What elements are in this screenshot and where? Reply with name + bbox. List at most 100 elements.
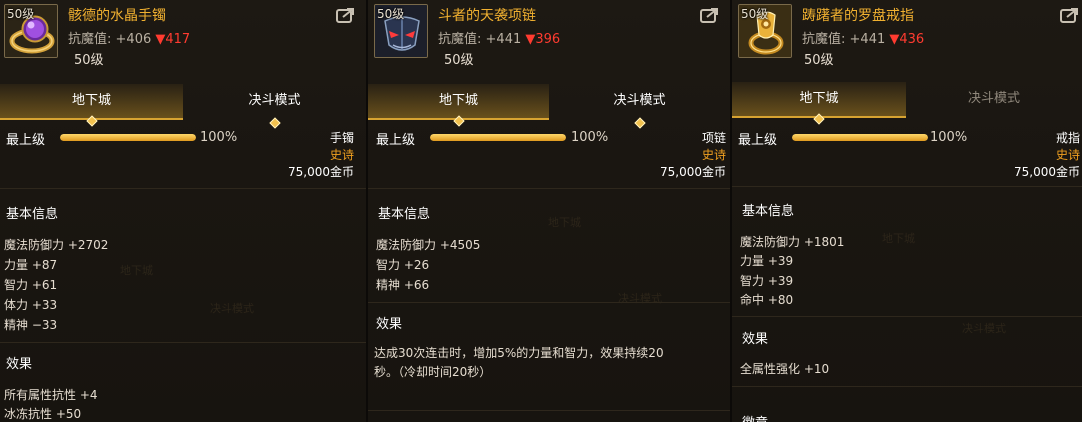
max-level-label: 最上级 (6, 133, 46, 148)
tab-pvp[interactable]: 决斗模式 (183, 84, 366, 129)
stat-line: 精神 −33 (4, 318, 58, 332)
item-level-badge: 50级 (741, 7, 769, 21)
divider (368, 188, 730, 189)
resist-label: 抗魔值: (68, 32, 112, 47)
item-name: 斗者的天袭项链 (438, 8, 536, 24)
resist-value: +441 (849, 32, 886, 47)
tab-dungeon[interactable]: 地下城 (0, 84, 183, 127)
tab-label: 决斗模式 (967, 91, 1020, 106)
item-name: 踌躇者的罗盘戒指 (802, 8, 914, 24)
stat-line: 魔法防御力 +4505 (376, 238, 481, 252)
diamond-indicator-icon (452, 115, 465, 127)
tab-label: 决斗模式 (613, 93, 666, 108)
golden-compass-ring-icon[interactable]: 50级 (738, 4, 792, 58)
item-price: 75,000金币 (660, 165, 726, 179)
item-rarity: 史诗 (701, 148, 726, 162)
item-level-badge: 50级 (7, 7, 35, 21)
effect-line: 冰冻抗性 +50 (4, 407, 82, 421)
tab-label: 地下城 (71, 93, 111, 108)
tab-label: 决斗模式 (248, 93, 301, 108)
progress-percent: 100% (200, 130, 238, 145)
item-level: 50级 (444, 53, 474, 68)
upgrade-progress-bar (430, 134, 566, 141)
diamond-indicator-icon (85, 115, 98, 127)
item-price: 75,000金币 (288, 165, 354, 179)
tab-pvp[interactable]: 决斗模式 (549, 84, 730, 129)
stat-line: 魔法防御力 +2702 (4, 238, 109, 252)
item-name: 骸德的水晶手镯 (68, 8, 166, 24)
mode-tabs: 地下城 决斗模式 (0, 84, 366, 129)
purple-crystal-bracelet-icon[interactable]: 50级 (4, 4, 58, 58)
item-tooltip-necklace: 地下城 决斗模式 50级 斗者的天袭项链 抗魔值: +441 ▼396 50级 … (366, 0, 730, 422)
item-level-badge: 50级 (377, 7, 405, 21)
effect-title: 效果 (376, 317, 403, 332)
resist-compare-down: ▼436 (889, 32, 925, 47)
effect-text-line: 达成30次连击时，增加5%的力量和智力，效果持续20 (374, 346, 664, 360)
tab-label: 地下城 (799, 91, 839, 106)
item-header: 50级 斗者的天袭项链 抗魔值: +441 ▼396 50级 (368, 0, 730, 68)
resist-compare-down: ▼396 (525, 32, 561, 47)
effect-line: 全属性强化 +10 (740, 362, 830, 376)
upgrade-progress-bar (60, 134, 196, 141)
resist-label: 抗魔值: (438, 32, 482, 47)
stat-line: 魔法防御力 +1801 (740, 235, 845, 249)
stat-line: 智力 +39 (740, 274, 794, 288)
effect-text-line: 秒。（冷却时间20秒） (374, 365, 492, 379)
max-level-label: 最上级 (376, 133, 416, 148)
effect-title: 效果 (742, 332, 769, 347)
diamond-indicator-icon (268, 117, 281, 129)
item-header: 50级 骸德的水晶手镯 抗魔值: +406 ▼417 50级 (0, 0, 366, 68)
resist-value: +441 (485, 32, 522, 47)
progress-fill (430, 134, 566, 141)
progress-fill (60, 134, 196, 141)
divider (732, 316, 1082, 317)
item-header: 50级 踌躇者的罗盘戒指 抗魔值: +441 ▼436 50级 (732, 0, 1082, 68)
item-tooltip-bracelet: 地下城 决斗模式 50级 骸德的水晶手镯 抗魔值: +406 ▼417 50级 … (0, 0, 366, 422)
item-slot: 手镯 (329, 131, 354, 145)
divider (732, 186, 1082, 187)
resist-value: +406 (115, 32, 152, 47)
basic-info-title: 基本信息 (378, 207, 431, 222)
item-level: 50级 (74, 53, 104, 68)
stat-line: 精神 +66 (376, 278, 430, 292)
stat-line: 力量 +39 (740, 254, 794, 268)
max-level-label: 最上级 (738, 133, 778, 148)
basic-info-title: 基本信息 (742, 204, 795, 219)
basic-info-title: 基本信息 (6, 207, 59, 222)
magic-resist: 抗魔值: +441 ▼436 (802, 28, 924, 47)
stat-line: 智力 +61 (4, 278, 58, 292)
tab-pvp[interactable]: 决斗模式 (906, 82, 1082, 118)
badge-section-title: 徽章 (742, 412, 768, 422)
item-compare-view: 地下城 决斗模式 50级 骸德的水晶手镯 抗魔值: +406 ▼417 50级 … (0, 0, 1082, 422)
progress-fill (792, 134, 928, 141)
share-arrow-icon[interactable] (700, 7, 720, 23)
progress-percent: 100% (930, 130, 968, 145)
share-arrow-icon[interactable] (336, 7, 356, 23)
mode-tabs: 地下城 决斗模式 (732, 82, 1082, 125)
mode-tabs: 地下城 决斗模式 (368, 84, 730, 129)
diamond-indicator-icon (813, 113, 825, 125)
stat-line: 智力 +26 (376, 258, 430, 272)
magic-resist: 抗魔值: +441 ▼396 (438, 28, 560, 47)
effect-description: 达成30次连击时，增加5%的力量和智力，效果持续20 秒。（冷却时间20秒） (374, 344, 704, 382)
item-price: 75,000金币 (1014, 165, 1080, 179)
item-slot: 项链 (701, 131, 726, 145)
share-arrow-icon[interactable] (1060, 7, 1080, 23)
stat-line: 体力 +33 (4, 298, 58, 312)
divider (0, 342, 366, 343)
tab-dungeon[interactable]: 地下城 (732, 82, 906, 125)
blue-mask-necklace-icon[interactable]: 50级 (374, 4, 428, 58)
divider (368, 410, 730, 411)
upgrade-progress-bar (792, 134, 928, 141)
stat-line: 命中 +80 (740, 293, 794, 307)
item-rarity: 史诗 (1055, 148, 1080, 162)
item-tooltip-ring: 地下城 决斗模式 50级 踌躇者的罗盘戒指 抗魔值: +441 ▼436 50级… (730, 0, 1082, 422)
item-slot: 戒指 (1055, 131, 1080, 145)
effect-line: 所有属性抗性 +4 (4, 388, 98, 402)
divider (368, 302, 730, 303)
resist-compare-down: ▼417 (155, 32, 191, 47)
tab-dungeon[interactable]: 地下城 (368, 84, 549, 127)
magic-resist: 抗魔值: +406 ▼417 (68, 28, 190, 47)
stat-line: 力量 +87 (4, 258, 58, 272)
divider (0, 188, 366, 189)
